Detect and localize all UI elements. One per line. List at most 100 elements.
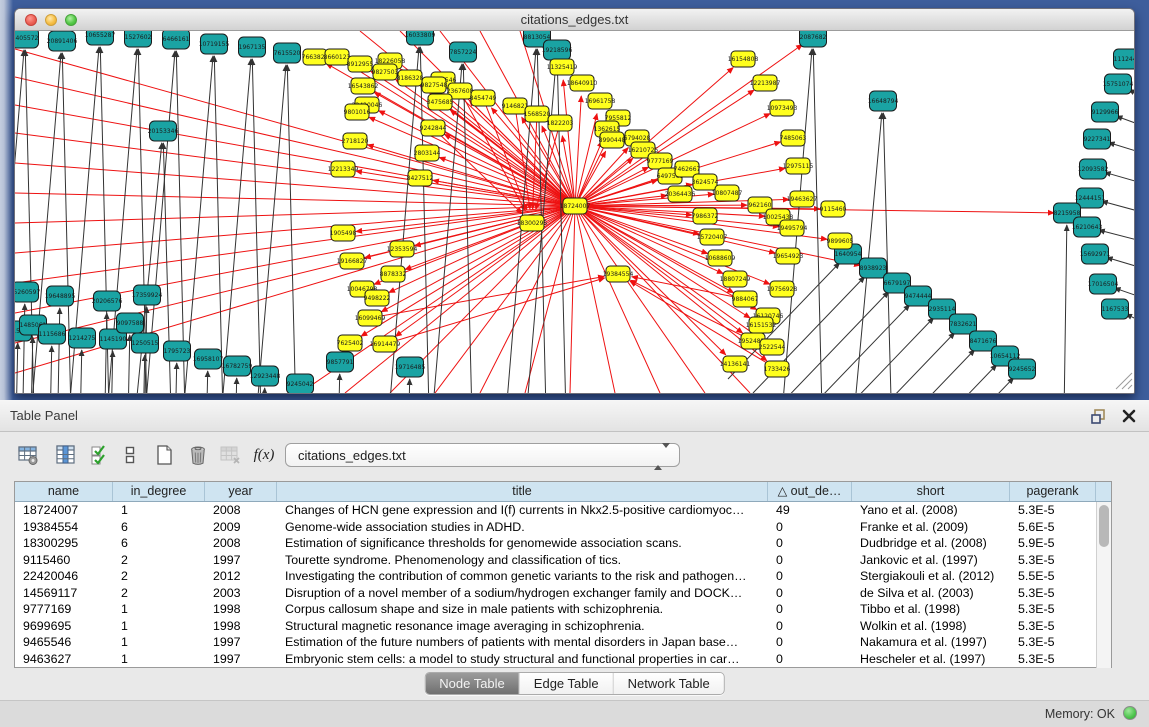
column-header-short[interactable]: short: [852, 482, 1010, 501]
row-height-icon[interactable]: [116, 441, 144, 469]
select-rows-icon[interactable]: [86, 441, 114, 469]
graph-edge[interactable]: [46, 346, 52, 393]
table-cell: 5.9E-5: [1010, 535, 1096, 552]
graph-edge[interactable]: [1102, 201, 1134, 214]
table-row[interactable]: 977716911998Corpus callosum shape and si…: [15, 601, 1111, 618]
delete-table-icon[interactable]: [216, 441, 244, 469]
column-header-year[interactable]: year: [205, 482, 277, 501]
graph-edge[interactable]: [370, 276, 604, 318]
graph-node-label: 9245652: [1009, 366, 1036, 373]
delete-icon[interactable]: [184, 441, 212, 469]
graph-edge[interactable]: [1114, 288, 1134, 300]
graph-edge[interactable]: [1108, 143, 1134, 155]
graph-edge[interactable]: [202, 371, 208, 393]
graph-node-label: 9884067: [732, 296, 759, 303]
graph-node-label: 9827503: [372, 69, 399, 76]
graph-edge[interactable]: [15, 206, 575, 223]
table-settings-icon[interactable]: [14, 441, 42, 469]
graph-node-label: 1822203: [547, 120, 574, 127]
graph-edge[interactable]: [54, 308, 60, 393]
table-row[interactable]: 946554611997Estimation of the future num…: [15, 634, 1111, 651]
graph-edge[interactable]: [15, 49, 575, 206]
column-settings-icon[interactable]: [52, 441, 80, 469]
graph-node-label: 16033809: [405, 32, 436, 39]
close-panel-icon[interactable]: [1119, 406, 1139, 426]
graph-node-label: 17016504: [1088, 281, 1119, 288]
table-cell: 0: [768, 585, 852, 602]
graph-edge[interactable]: [843, 333, 955, 393]
tab-node-table[interactable]: Node Table: [425, 673, 520, 694]
graph-edge[interactable]: [902, 378, 1014, 393]
graph-edge[interactable]: [15, 343, 18, 393]
graph-edge[interactable]: [480, 206, 575, 393]
graph-edge[interactable]: [396, 206, 575, 336]
graph-edge[interactable]: [435, 206, 575, 393]
function-icon[interactable]: f(x): [250, 441, 278, 469]
graph-edge[interactable]: [139, 355, 145, 393]
graph-edge[interactable]: [575, 96, 581, 206]
table-row[interactable]: 1456911722003Disruption of a novel membe…: [15, 585, 1111, 602]
graph-edge[interactable]: [334, 374, 340, 393]
table-cell: Yano et al. (2008): [852, 502, 1010, 519]
table-row[interactable]: 946362711997Embryonic stem cells: a mode…: [15, 651, 1111, 668]
graph-edge[interactable]: [463, 64, 477, 393]
graph-edge[interactable]: [813, 49, 827, 393]
graph-node-label: 3475685: [427, 99, 454, 106]
table-scrollbar-thumb[interactable]: [1099, 505, 1109, 547]
column-header-pagerank[interactable]: pagerank: [1010, 482, 1096, 501]
float-panel-icon[interactable]: [1089, 406, 1109, 426]
column-header-in_degree[interactable]: in_degree: [113, 482, 205, 501]
graph-node-label: 6794028: [624, 135, 651, 142]
desktop-background: citations_edges.txt 14055722089140610655…: [0, 0, 1149, 400]
network-window-titlebar[interactable]: citations_edges.txt: [15, 9, 1134, 31]
column-header-name[interactable]: name: [15, 482, 113, 501]
canvas-resize-grip[interactable]: [1116, 373, 1132, 389]
graph-edge[interactable]: [252, 59, 266, 393]
table-cell: 1: [113, 502, 205, 519]
graph-edge[interactable]: [231, 378, 237, 393]
graph-edge[interactable]: [1116, 116, 1134, 128]
graph-edge[interactable]: [822, 318, 934, 393]
graph-edge[interactable]: [777, 292, 889, 393]
network-canvas[interactable]: 1405572208914061065528715276026466161107…: [15, 31, 1134, 393]
graph-edge[interactable]: [1061, 225, 1067, 393]
column-header-out_de[interactable]: △ out_de…: [768, 482, 852, 501]
graph-edge[interactable]: [883, 113, 897, 393]
tab-network-table[interactable]: Network Table: [614, 673, 724, 694]
table-row[interactable]: 911546021997Tourette syndrome. Phenomeno…: [15, 552, 1111, 569]
table-scrollbar[interactable]: [1096, 502, 1111, 668]
new-file-icon[interactable]: [150, 441, 178, 469]
graph-edge[interactable]: [1107, 257, 1134, 270]
graph-edge[interactable]: [433, 128, 522, 213]
graph-edge[interactable]: [885, 365, 997, 393]
graph-edge[interactable]: [1099, 230, 1134, 243]
graph-edge[interactable]: [15, 206, 575, 373]
table-row[interactable]: 1938455462009Genome-wide association stu…: [15, 519, 1111, 536]
table-row[interactable]: 2242004622012Investigating the contribut…: [15, 568, 1111, 585]
table-row[interactable]: 1830029562008Estimation of significance …: [15, 535, 1111, 552]
network-window[interactable]: citations_edges.txt 14055722089140610655…: [14, 8, 1135, 394]
graph-edge[interactable]: [570, 206, 575, 393]
graph-node-label: 19495794: [777, 225, 808, 232]
citation-network-graph[interactable]: 1405572208914061065528715276026466161107…: [15, 31, 1134, 393]
graph-edge[interactable]: [15, 206, 575, 253]
graph-edge[interactable]: [575, 206, 660, 393]
graph-node-label: 16543862: [348, 83, 379, 90]
table-cell: Corpus callosum shape and size in male p…: [277, 601, 768, 618]
graph-edge[interactable]: [404, 379, 410, 393]
tab-edge-table[interactable]: Edge Table: [520, 673, 614, 694]
graph-edge[interactable]: [171, 363, 177, 393]
table-cell: 18724007: [15, 502, 113, 519]
table-selector[interactable]: citations_edges.txt: [285, 443, 680, 467]
graph-edge[interactable]: [1105, 172, 1134, 185]
table-cell: Embryonic stem cells: a model to study s…: [277, 651, 768, 668]
graph-edge[interactable]: [76, 350, 82, 393]
table-row[interactable]: 969969511998Structural magnetic resonanc…: [15, 618, 1111, 635]
graph-node-label: 20206576: [92, 298, 123, 305]
graph-edge[interactable]: [863, 350, 975, 393]
table-cell: 19384554: [15, 519, 113, 536]
column-header-title[interactable]: title: [277, 482, 768, 501]
graph-edge[interactable]: [798, 305, 910, 393]
table-row[interactable]: 1872400712008Changes of HCN gene express…: [15, 502, 1111, 519]
graph-edge[interactable]: [101, 313, 107, 393]
